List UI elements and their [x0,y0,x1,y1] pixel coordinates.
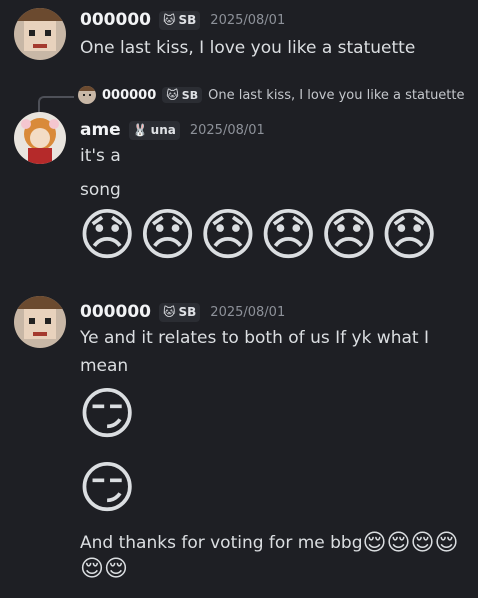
timestamp: 2025/08/01 [210,12,286,28]
message-text: it's a [80,146,121,166]
server-tag-label: SB [178,13,197,27]
disappointed-emoji: 😞 [78,203,137,268]
cat-icon: 🐱 [166,88,179,102]
server-tag-label: SB [181,88,199,102]
server-tag[interactable]: 🐱 SB [158,302,201,322]
message-text-line: And thanks for voting for me bbg 😌 😌 😌 😌 [80,530,458,556]
reply-username: 000000 [102,87,157,103]
smirk-emoji: 😏 [78,456,137,521]
username[interactable]: 000000 [80,10,151,30]
relieved-emoji: 😌 [386,530,411,556]
emoji-row: 😏 [78,384,136,446]
cat-icon: 🐱 [162,305,176,319]
message-header: 000000 🐱 SB 2025/08/01 [80,302,285,322]
reply-preview[interactable]: 000000 🐱 SB One last kiss, I love you li… [78,86,465,104]
message-text: One last kiss, I love you like a statuet… [80,38,416,58]
message-text: Ye and it relates to both of us If yk wh… [80,328,429,348]
timestamp: 2025/08/01 [189,122,265,138]
emoji-row: 😏 [78,458,136,520]
cat-icon: 🐱 [162,13,176,27]
message-header: 000000 🐱 SB 2025/08/01 [80,10,285,30]
avatar[interactable] [14,112,66,164]
server-tag[interactable]: 🐰 una [128,120,180,140]
message-text-line: 😌 😌 [80,556,128,582]
relieved-emoji: 😌 [362,530,387,556]
server-tag-label: SB [178,305,197,319]
server-tag-label: una [150,123,176,137]
message-text: mean [80,356,129,376]
message-text: And thanks for voting for me bbg [80,533,363,553]
server-tag: 🐱 SB [162,87,203,103]
username[interactable]: 000000 [80,302,151,322]
message-header: ame 🐰 una 2025/08/01 [80,120,265,140]
relieved-emoji: 😌 [80,556,104,582]
reply-text: One last kiss, I love you like a statuet… [208,87,465,103]
username[interactable]: ame [80,120,121,140]
rabbit-icon: 🐰 [132,123,148,137]
disappointed-emoji: 😞 [259,203,318,268]
avatar [78,86,96,104]
disappointed-emoji: 😞 [198,203,258,268]
avatar[interactable] [14,296,66,348]
message-text: song [80,180,121,200]
relieved-emoji: 😌 [410,530,435,556]
smirk-emoji: 😏 [78,382,137,447]
disappointed-emoji: 😞 [379,203,439,268]
server-tag[interactable]: 🐱 SB [158,10,201,30]
disappointed-emoji: 😞 [138,203,197,268]
disappointed-emoji: 😞 [319,203,378,268]
relieved-emoji: 😌 [103,556,128,582]
emoji-row: 😞 😞 😞 😞 😞 😞 [78,205,438,267]
timestamp: 2025/08/01 [210,304,286,320]
avatar[interactable] [14,8,66,60]
relieved-emoji: 😌 [434,530,459,556]
